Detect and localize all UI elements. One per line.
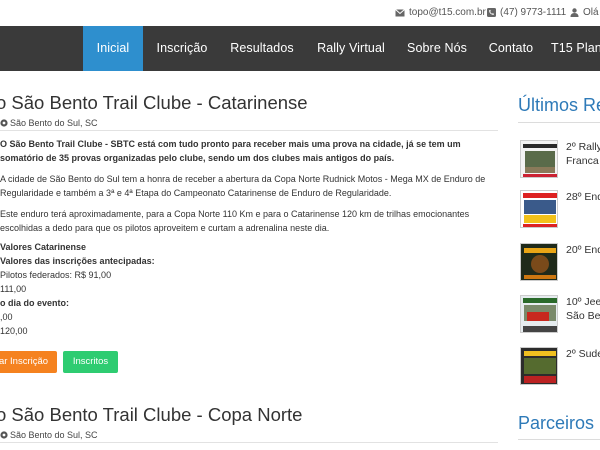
event-day-heading: o dia do evento: (0, 298, 70, 308)
event-day-price-1: ,00 (0, 312, 13, 322)
register-button[interactable]: ar Inscrição (0, 351, 57, 373)
main-nav: Inicial Inscrição Resultados Rally Virtu… (0, 26, 600, 71)
race-name: 2º Rally Franca (566, 141, 600, 167)
post-paragraph-line: Este enduro terá aproximadamente, para a… (0, 209, 470, 219)
partners-title: Parceiros (518, 413, 595, 433)
race-name: 20º Endu (566, 244, 600, 256)
race-poster-thumbnail[interactable] (520, 295, 558, 333)
post-intro-line-2: somatório de 35 provas organizadas pelo … (0, 153, 395, 163)
sidebar-divider (518, 122, 600, 123)
sidebar-race-item[interactable]: 28º Endu (518, 190, 600, 234)
post-location-text: São Bento do Sul, SC (10, 118, 98, 128)
post-title[interactable]: o São Bento Trail Clube - Catarinense (0, 92, 308, 114)
registered-list-button[interactable]: Inscritos (63, 351, 118, 373)
post-paragraph-line: escolhidas a dedo para que os pilotos ap… (0, 223, 330, 233)
envelope-icon (395, 8, 405, 16)
sidebar-race-item[interactable]: 2º Rally Franca (518, 140, 600, 184)
race-name: 2º Sude (566, 348, 600, 360)
post-title[interactable]: o São Bento Trail Clube - Copa Norte (0, 404, 302, 426)
contact-email[interactable]: topo@t15.com.br (395, 7, 486, 18)
sidebar-race-item[interactable]: 10º JeeSão Ben (518, 295, 600, 339)
post-intro-line-1: O São Bento Trail Clube - SBTC está com … (0, 139, 461, 149)
contact-phone-text: (47) 9773-1111 (500, 7, 567, 18)
race-name: 10º JeeSão Ben (566, 296, 600, 322)
values-heading: Valores Catarinense (0, 242, 87, 252)
posts-column: o São Bento Trail Clube - Catarinense Sã… (0, 71, 498, 450)
race-name: 28º Endu (566, 191, 600, 203)
advance-heading: Valores das inscrições antecipadas: (0, 256, 155, 266)
post-location-text: São Bento do Sul, SC (10, 430, 98, 440)
race-poster-thumbnail[interactable] (520, 347, 558, 385)
user-menu[interactable]: Olá E (570, 7, 600, 18)
nav-item-inicial[interactable]: Inicial (83, 26, 143, 71)
sidebar-race-item[interactable]: 20º Endu (518, 243, 600, 287)
contact-phone[interactable]: (47) 9773-1111 (487, 7, 566, 18)
post-paragraph-line: A cidade de São Bento do Sul tem a honra… (0, 174, 486, 184)
nav-item-sobre-nos[interactable]: Sobre Nós (403, 26, 471, 71)
post-divider (0, 130, 498, 131)
nav-item-t15-plan[interactable]: T15 Plan (551, 26, 600, 71)
race-poster-thumbnail[interactable] (520, 243, 558, 281)
phone-icon (487, 8, 496, 17)
nav-item-resultados[interactable]: Resultados (226, 26, 298, 71)
sidebar-race-item[interactable]: 2º Sude (518, 347, 600, 391)
post-paragraph-line: Regularidade e também a 3ª e 4ª Etapa do… (0, 188, 392, 198)
sidebar-divider (518, 439, 600, 440)
nav-item-rally-virtual[interactable]: Rally Virtual (311, 26, 391, 71)
user-icon (570, 8, 579, 17)
nav-item-contato[interactable]: Contato (483, 26, 539, 71)
map-pin-icon (0, 118, 8, 127)
race-poster-thumbnail[interactable] (520, 140, 558, 178)
race-poster-thumbnail[interactable] (520, 190, 558, 228)
user-greeting: Olá E (583, 7, 600, 18)
post-location: São Bento do Sul, SC (0, 118, 98, 128)
top-contact-bar: topo@t15.com.br (47) 9773-1111 Olá E (0, 0, 600, 26)
event-day-price-2: 120,00 (0, 326, 28, 336)
latest-results-title: Últimos Re (518, 95, 600, 115)
post-location: São Bento do Sul, SC (0, 430, 98, 440)
price-federated: Pilotos federados: R$ 91,00 (0, 270, 112, 280)
price-nonfederated: 111,00 (0, 284, 27, 294)
nav-item-inscricao[interactable]: Inscrição (151, 26, 213, 71)
post-divider (0, 442, 498, 443)
map-pin-icon (0, 430, 8, 439)
contact-email-text: topo@t15.com.br (409, 7, 486, 18)
